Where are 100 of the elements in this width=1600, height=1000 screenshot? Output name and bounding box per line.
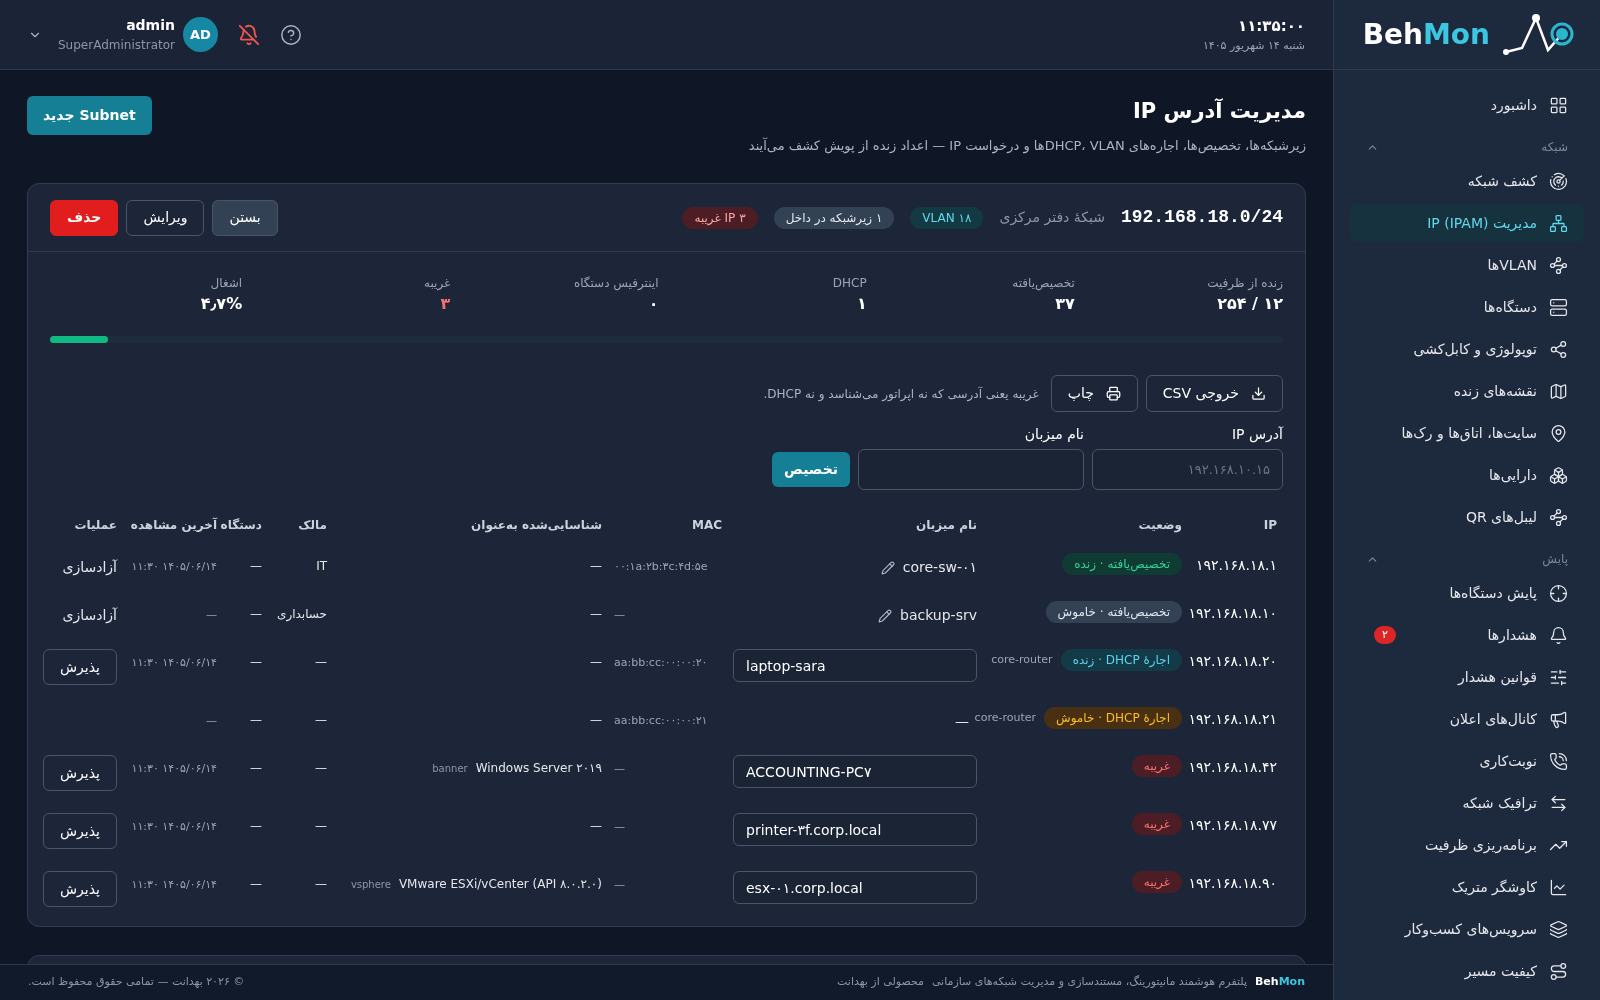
server-icon [1549, 297, 1568, 317]
edit-button[interactable]: ویرایش [126, 199, 205, 236]
sidebar-item[interactable]: کانال‌های اعلان [1350, 700, 1584, 738]
device-text: — [250, 760, 262, 777]
section-header[interactable]: شبکه [1350, 128, 1584, 158]
section-header[interactable]: پایش [1350, 540, 1584, 570]
device-text: — [250, 876, 262, 893]
radar-icon [1549, 171, 1568, 191]
column-header: MAC [691, 518, 722, 532]
mac-address: aa:bb:cc:۰۰:۰۰:۲۱ [614, 714, 708, 727]
release-link[interactable]: آزادسازی [62, 553, 117, 578]
stat-value: ۱۲ / ۲۵۴ [1217, 293, 1283, 315]
sidebar-item[interactable]: قوانین هشدار [1350, 658, 1584, 696]
ip-field[interactable]: ۱۹۲.۱۶۸.۱۰.۱۵ [1092, 449, 1283, 490]
sidebar-item[interactable]: کاوشگر متریک [1350, 868, 1584, 906]
release-link[interactable]: آزادسازی [62, 601, 117, 626]
printer-icon [1105, 386, 1121, 401]
help-icon[interactable] [279, 23, 302, 46]
hostname-text: backup-srv [900, 606, 977, 625]
last-seen-text: — [206, 608, 217, 621]
status-badge: اجارهٔ DHCP · خاموش [1044, 707, 1182, 729]
map-icon [1549, 381, 1568, 401]
clock: ۱۱:۳۵:۰۰ [1238, 16, 1305, 37]
status-badge: غریبه [1131, 871, 1182, 893]
accept-button[interactable]: پذیرش [43, 871, 117, 907]
sidebar-item[interactable]: هشدارها ۲ [1350, 616, 1584, 654]
column-header: عملیات [74, 518, 117, 532]
allocate-button[interactable]: تخصیص [772, 452, 850, 487]
status-badge: تخصیص‌یافته · زنده [1062, 553, 1182, 575]
user-role: SuperAdministrator [58, 37, 175, 54]
phone-icon [1549, 751, 1568, 771]
status-badge: غریبه [1131, 813, 1182, 835]
ip-address: ۱۹۲.۱۶۸.۱۸.۴۲ [1188, 758, 1277, 777]
close-button[interactable]: بستن [212, 199, 278, 236]
user-name: admin [126, 16, 175, 35]
sidebar-item[interactable]: لیبل‌های QR [1350, 498, 1584, 536]
accept-button[interactable]: پذیرش [43, 813, 117, 849]
field-label: نام میزبان [1023, 425, 1084, 445]
sidebar-item[interactable]: سرویس‌های کسب‌وکار [1350, 910, 1584, 948]
identified-text: — [590, 606, 602, 623]
pencil-icon[interactable] [878, 608, 892, 623]
mac-address: aa:bb:cc:۰۰:۰۰:۲۰ [614, 656, 708, 669]
copyright: © ۲۰۲۶ بهدانت — تمامی حقوق محفوظ است. [28, 974, 245, 991]
sidebar-item[interactable]: نوبت‌کاری [1350, 742, 1584, 780]
note-text: غریبه یعنی آدرسی که نه اپراتور می‌شناسد و نه DHCP. [763, 385, 1039, 403]
avatar[interactable]: AD [182, 17, 218, 52]
brand-text: Beh [1254, 974, 1279, 991]
accept-button[interactable]: پذیرش [43, 649, 117, 685]
hostname-field[interactable]: esx-۰۱.corp.local [733, 871, 977, 904]
tagline: پلتفرم هوشمند مانیتورینگ، مستندسازی و مدیریت شبکه‌های سازمانی [931, 974, 1247, 991]
hostname-field[interactable]: laptop-sara [733, 649, 977, 682]
hostname-field[interactable]: ACCOUNTING-PC۷ [733, 755, 977, 788]
sidebar-item[interactable]: دستگاه‌ها [1350, 288, 1584, 326]
sidebar-item[interactable]: برنامه‌ریزی ظرفیت [1350, 826, 1584, 864]
page-subtitle: زیرشبکه‌ها، تخصیص‌ها، اجاره‌های DHCP، VLANها و درخواست IP — اعداد زنده از پویش کشف می‌آیند [748, 136, 1306, 155]
status-badge: تخصیص‌یافته · خاموش [1045, 601, 1182, 623]
export-button[interactable]: خروجی CSV [1145, 375, 1283, 412]
owner-text: — [315, 760, 327, 777]
device-text: — [250, 654, 262, 671]
identified-text: Windows Server ۲۰۱۹ [475, 760, 602, 777]
sidebar-item[interactable]: ترافیک شبکه [1350, 784, 1584, 822]
sidebar-item[interactable]: نقشه‌های زنده [1350, 372, 1584, 410]
crosshair-icon [1549, 583, 1568, 603]
column-header: مالک [298, 518, 327, 532]
map-pin-icon [1549, 423, 1568, 443]
ip-address: ۱۹۲.۱۶۸.۱۸.۹۰ [1188, 874, 1277, 893]
sidebar-item[interactable]: VLANها [1350, 246, 1584, 284]
sidebar-item[interactable]: کشف شبکه [1350, 162, 1584, 200]
sidebar-item[interactable]: دارایی‌ها [1350, 456, 1584, 494]
owner-text: حسابداری [277, 606, 327, 623]
new-subnet-button[interactable]: Subnet جدید [27, 96, 152, 135]
identified-text: — [590, 818, 602, 835]
sidebar-item[interactable]: سایت‌ها، اتاق‌ها و رک‌ها [1350, 414, 1584, 452]
mac-address: ۰۰:۱a:۲b:۳c:۴d:۵e [614, 560, 708, 573]
owner-text: — [315, 654, 327, 671]
route-icon [1549, 961, 1568, 981]
megaphone-icon [1549, 709, 1568, 729]
accept-button[interactable]: پذیرش [43, 755, 117, 791]
owner-text: — [315, 712, 327, 729]
device-text: — [250, 558, 262, 575]
ip-address: ۱۹۲.۱۶۸.۱۸.۷۷ [1188, 816, 1277, 835]
sidebar-item[interactable]: توپولوژی و کابل‌کشی [1350, 330, 1584, 368]
last-seen-text: ۱۴۰۵/۰۶/۱۴ ۱۱:۳۰ [131, 560, 217, 573]
pencil-icon[interactable] [880, 560, 895, 575]
print-button[interactable]: چاپ [1050, 375, 1138, 412]
stat-value: ۳ [440, 293, 451, 315]
sidebar-item[interactable]: داشبورد [1350, 86, 1584, 124]
sidebar-item[interactable]: مدیریت IP (IPAM) [1350, 204, 1584, 242]
hostname-field[interactable]: printer-۳f.corp.local [733, 813, 977, 846]
bell-off-icon[interactable] [237, 23, 260, 46]
sidebar-item[interactable]: کیفیت مسیر [1350, 952, 1584, 990]
last-seen-text: ۱۴۰۵/۰۶/۱۴ ۱۱:۳۰ [131, 762, 217, 775]
waypoints-icon [1549, 255, 1568, 275]
stat-value: ۱ [856, 293, 867, 315]
status-badge: غریبه [1131, 755, 1182, 777]
stat-label: غریبه [424, 275, 451, 292]
source-tag: vsphere [350, 876, 391, 892]
hostname-field[interactable] [858, 449, 1084, 490]
delete-button[interactable]: حذف [50, 199, 119, 236]
sidebar-item[interactable]: پایش دستگاه‌ها [1350, 574, 1584, 612]
